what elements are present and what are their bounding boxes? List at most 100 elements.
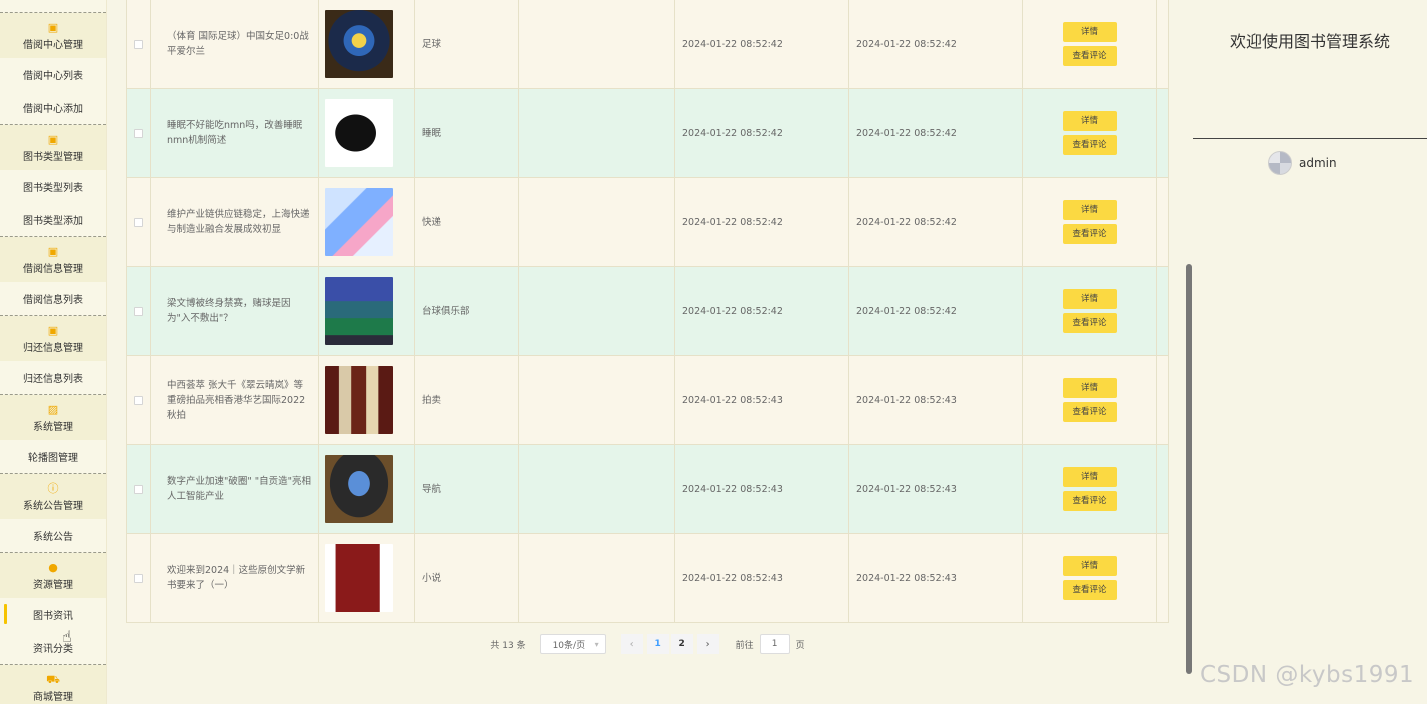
created-time: 2024-01-22 08:52:42	[682, 305, 783, 317]
page-unit-label: 页	[795, 640, 805, 651]
empty-cell	[519, 445, 675, 533]
menu-group: ● 资源管理 图书资讯 资讯分类	[0, 552, 106, 664]
menu-group-header[interactable]: ⓘ 系统公告管理	[0, 474, 106, 519]
view-comments-button[interactable]: 查看评论	[1062, 402, 1117, 422]
menu-group-header[interactable]: ▣ 归还信息管理	[0, 316, 106, 361]
image-cell	[319, 178, 415, 266]
sidebar-item[interactable]: 系统公告	[0, 519, 106, 552]
bulb-icon: ●	[48, 560, 58, 574]
menu-group-header[interactable]: ▣ 借阅中心管理	[0, 13, 106, 58]
menu-group: ▣ 归还信息管理 归还信息列表	[0, 315, 106, 394]
news-title: （体育 国际足球）中国女足0:0战平爱尔兰	[167, 31, 309, 57]
actions-cell: 详情 查看评论	[1023, 178, 1157, 266]
padding-cell	[1157, 89, 1171, 177]
padding-cell	[1157, 356, 1171, 444]
image-cell	[319, 445, 415, 533]
empty-cell	[519, 0, 675, 88]
row-checkbox[interactable]	[134, 217, 143, 227]
news-category: 台球俱乐部	[422, 305, 470, 317]
page-button-2[interactable]: 2	[670, 634, 693, 654]
image-cell	[319, 356, 415, 444]
sidebar-item[interactable]: 归还信息列表	[0, 361, 106, 394]
page-button-1[interactable]: 1	[646, 634, 669, 654]
menu-group-header[interactable]: ▣ 图书类型管理	[0, 125, 106, 170]
view-comments-button[interactable]: 查看评论	[1062, 135, 1117, 155]
updated-cell: 2024-01-22 08:52:43	[849, 356, 1023, 444]
created-time: 2024-01-22 08:52:42	[682, 127, 783, 139]
created-cell: 2024-01-22 08:52:43	[675, 356, 849, 444]
scrollbar-thumb[interactable]	[1186, 264, 1192, 674]
folder-icon: ▣	[47, 20, 59, 34]
table-row: 睡眠不好能吃nmn吗，改善睡眠nmn机制简述 睡眠 2024-01-22 08:52…	[126, 89, 1169, 178]
goto-page-input[interactable]: 1	[759, 634, 790, 654]
menu-group-header[interactable]: ● 资源管理	[0, 553, 106, 598]
menu-group-label: 商城管理	[33, 691, 73, 703]
row-checkbox[interactable]	[134, 484, 143, 494]
detail-button[interactable]: 详情	[1062, 467, 1117, 487]
username: admin	[1299, 156, 1337, 170]
page-size-select[interactable]: 10条/页 ▾	[539, 634, 606, 654]
news-category: 拍卖	[422, 394, 442, 406]
sidebar-item[interactable]: 图书类型列表	[0, 170, 106, 203]
detail-button[interactable]: 详情	[1062, 289, 1117, 309]
image-cell	[319, 0, 415, 88]
menu-group: ⓘ 系统公告管理 系统公告	[0, 473, 106, 552]
view-comments-button[interactable]: 查看评论	[1062, 580, 1117, 600]
prev-page-icon[interactable]: ‹	[620, 634, 643, 654]
row-checkbox[interactable]	[134, 573, 143, 583]
isometric-delivery-image	[325, 188, 393, 256]
folder-icon: ▣	[47, 132, 59, 146]
empty-cell	[519, 267, 675, 355]
row-checkbox[interactable]	[134, 128, 143, 138]
view-comments-button[interactable]: 查看评论	[1062, 313, 1117, 333]
detail-button[interactable]: 详情	[1062, 22, 1117, 42]
actions-cell: 详情 查看评论	[1023, 0, 1157, 88]
updated-time: 2024-01-22 08:52:42	[856, 216, 957, 228]
detail-button[interactable]: 详情	[1062, 200, 1117, 220]
updated-cell: 2024-01-22 08:52:42	[849, 89, 1023, 177]
table-row: 欢迎来到2024｜这些原创文学新书要来了（一） 小说 2024-01-22 08:5…	[126, 534, 1169, 623]
detail-button[interactable]: 详情	[1062, 556, 1117, 576]
page-size-value: 10条/页	[552, 640, 586, 651]
row-checkbox[interactable]	[134, 39, 143, 49]
sidebar-item[interactable]: 借阅信息列表	[0, 282, 106, 315]
view-comments-button[interactable]: 查看评论	[1062, 46, 1117, 66]
padding-cell	[1157, 534, 1171, 622]
next-page-icon[interactable]: ›	[696, 634, 719, 654]
user-info[interactable]: admin	[1268, 151, 1337, 175]
goto-label: 前往	[735, 640, 754, 651]
sidebar-item[interactable]: 图书类型添加	[0, 203, 106, 236]
menu-group-label: 系统公告管理	[23, 500, 83, 512]
category-cell: 拍卖	[415, 356, 519, 444]
welcome-title: 欢迎使用图书管理系统	[1229, 32, 1390, 51]
row-checkbox[interactable]	[134, 306, 143, 316]
row-checkbox[interactable]	[134, 395, 143, 405]
sidebar-item[interactable]: 资讯分类	[0, 631, 106, 664]
menu-group-header[interactable]: ⛟ 商城管理	[0, 665, 106, 704]
detail-button[interactable]: 详情	[1062, 111, 1117, 131]
sidebar-item[interactable]: 图书资讯	[0, 598, 106, 631]
actions-cell: 详情 查看评论	[1023, 534, 1157, 622]
menu-group-header[interactable]: ▨ 系统管理	[0, 395, 106, 440]
view-comments-button[interactable]: 查看评论	[1062, 491, 1117, 511]
folder-icon: ▣	[47, 323, 59, 337]
sidebar: ▣ 借阅中心管理 借阅中心列表 借阅中心添加 ▣ 图书类型管理 图书类型列表 图书类型添加 ▣ 借…	[0, 0, 107, 704]
category-cell: 快递	[415, 178, 519, 266]
news-category: 导航	[422, 483, 442, 495]
image-cell	[319, 534, 415, 622]
menu-group-header[interactable]: ▣ 借阅信息管理	[0, 237, 106, 282]
sidebar-item[interactable]: 轮播图管理	[0, 440, 106, 473]
sidebar-item[interactable]: 借阅中心添加	[0, 91, 106, 124]
art-gallery-image	[325, 366, 393, 434]
updated-cell: 2024-01-22 08:52:43	[849, 445, 1023, 533]
view-comments-button[interactable]: 查看评论	[1062, 224, 1117, 244]
news-category: 快递	[422, 216, 442, 228]
created-cell: 2024-01-22 08:52:42	[675, 89, 849, 177]
sidebar-item[interactable]: 借阅中心列表	[0, 58, 106, 91]
table-row: 梁文博被终身禁赛，赌球是因为"入不敷出"？ 台球俱乐部 2024-01-22 08:…	[126, 267, 1169, 356]
watermark: CSDN @kybs1991	[1200, 662, 1415, 688]
menu-group-label: 图书类型管理	[23, 151, 83, 163]
detail-button[interactable]: 详情	[1062, 378, 1117, 398]
updated-time: 2024-01-22 08:52:42	[856, 38, 957, 50]
menu-group: ▣ 图书类型管理图书类型列表 图书类型添加	[0, 124, 106, 236]
